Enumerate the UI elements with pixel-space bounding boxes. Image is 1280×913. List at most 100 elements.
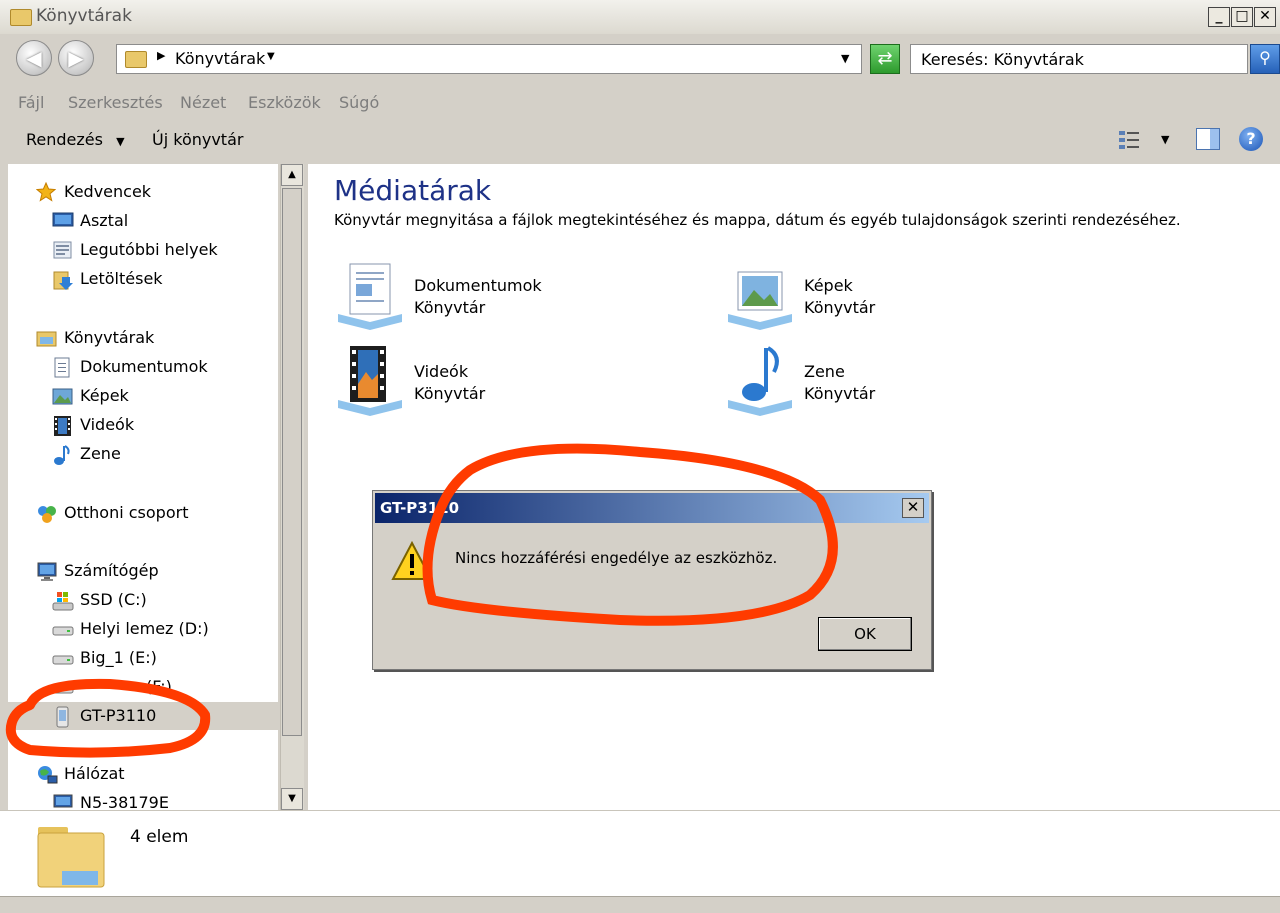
library-type: Könyvtár (414, 384, 486, 403)
music-library-icon (724, 344, 796, 416)
pictures-library-icon (724, 258, 796, 330)
close-button[interactable]: ✕ (1254, 7, 1276, 27)
window-title: Könyvtárak (36, 6, 132, 26)
nav-computer[interactable]: Számítógép (36, 559, 276, 585)
hard-drive-icon (52, 619, 74, 639)
nav-item-desktop[interactable]: Asztal (52, 209, 272, 235)
chevron-down-icon: ▼ (116, 135, 125, 148)
hard-drive-icon (52, 648, 74, 668)
view-options-icon[interactable] (1118, 129, 1142, 151)
nav-favorites[interactable]: Kedvencek (35, 180, 276, 206)
library-videos[interactable]: Videók Könyvtár (334, 344, 634, 418)
picture-icon (52, 386, 73, 406)
nav-item-gt-p3110[interactable]: GT-P3110 (52, 704, 272, 730)
library-name: Dokumentumok (414, 276, 542, 295)
computer-icon (52, 793, 73, 811)
network-icon (36, 764, 58, 784)
organize-button[interactable]: Rendezés ▼ (26, 130, 125, 149)
address-history-dropdown-icon[interactable]: ▼ (841, 52, 849, 65)
library-type: Könyvtár (804, 384, 876, 403)
nav-homegroup[interactable]: Otthoni csoport (36, 501, 276, 527)
videos-library-icon (334, 344, 406, 416)
view-dropdown-icon[interactable]: ▼ (1161, 133, 1169, 146)
dialog-title-bar: GT-P3110 ✕ (375, 493, 929, 523)
menu-file[interactable]: Fájl (18, 93, 44, 112)
breadcrumb-item[interactable]: Könyvtárak (175, 49, 265, 68)
folder-icon (36, 821, 108, 889)
scroll-down-icon[interactable]: ▼ (281, 788, 303, 810)
libraries-icon (36, 328, 57, 348)
breadcrumb-arrow-icon[interactable]: ▶ (157, 49, 165, 62)
breadcrumb-dropdown-icon[interactable]: ▼ (267, 51, 275, 62)
organize-label: Rendezés (26, 130, 103, 149)
minimize-button[interactable]: _ (1208, 7, 1230, 27)
page-description: Könyvtár megnyitása a fájlok megtekintés… (334, 211, 1181, 229)
mobile-device-icon (52, 706, 72, 728)
search-button[interactable]: ⚲ (1250, 44, 1280, 74)
computer-icon (36, 561, 57, 581)
navigation-scrollbar[interactable]: ▲ ▼ (280, 164, 304, 810)
menu-tools[interactable]: Eszközök (248, 93, 321, 112)
address-row: ◀ ▶ ▶ Könyvtárak ▼ ▼ ⇄ Keresés: Könyvtár… (0, 34, 1280, 86)
nav-item-documents[interactable]: Dokumentumok (52, 355, 272, 381)
bottom-edge (0, 896, 1280, 913)
navigation-pane: Kedvencek Asztal Legutóbbi helyek Letölt… (8, 164, 278, 811)
dialog-message: Nincs hozzáférési engedélye az eszközhöz… (455, 549, 778, 567)
dialog-close-button[interactable]: ✕ (902, 498, 924, 518)
desktop-icon (52, 211, 74, 231)
nav-libraries[interactable]: Könyvtárak (36, 326, 276, 352)
refresh-button[interactable]: ⇄ (870, 44, 900, 74)
scroll-up-icon[interactable]: ▲ (281, 164, 303, 186)
warning-icon (391, 540, 433, 581)
page-title: Médiatárak (334, 174, 492, 207)
film-icon (52, 415, 72, 436)
library-type: Könyvtár (804, 298, 876, 317)
library-type: Könyvtár (414, 298, 486, 317)
document-icon (52, 357, 72, 378)
nav-item-drive-c[interactable]: SSD (C:) (52, 588, 272, 614)
nav-item-music[interactable]: Zene (52, 442, 272, 468)
menu-edit[interactable]: Szerkesztés (68, 93, 163, 112)
downloads-icon (52, 269, 73, 290)
library-name: Videók (414, 362, 469, 381)
library-pictures[interactable]: Képek Könyvtár (724, 258, 1024, 332)
library-music[interactable]: Zene Könyvtár (724, 344, 1024, 418)
scroll-thumb[interactable] (282, 188, 302, 736)
back-button[interactable]: ◀ (16, 40, 52, 76)
nav-item-drive-f[interactable]: (F:) (52, 675, 272, 701)
menu-view[interactable]: Nézet (180, 93, 226, 112)
title-bar: Könyvtárak _ □ ✕ (0, 0, 1280, 35)
content-pane: Médiatárak Könyvtár megnyitása a fájlok … (308, 164, 1280, 810)
nav-item-pictures[interactable]: Képek (52, 384, 272, 410)
dialog-title: GT-P3110 (380, 499, 460, 517)
windows-drive-icon (52, 590, 74, 611)
nav-network[interactable]: Hálózat (36, 762, 276, 788)
star-icon (35, 181, 57, 202)
item-count: 4 elem (130, 827, 189, 847)
nav-item-downloads[interactable]: Letöltések (52, 267, 272, 293)
new-library-button[interactable]: Új könyvtár (152, 130, 243, 149)
music-note-icon (52, 444, 72, 465)
nav-item-network-computer[interactable]: N5-38179E (52, 791, 272, 811)
ok-button[interactable]: OK (818, 617, 912, 651)
nav-item-drive-e[interactable]: Big_1 (E:) (52, 646, 272, 672)
nav-item-drive-d[interactable]: Helyi lemez (D:) (52, 617, 272, 643)
library-documents[interactable]: Dokumentumok Könyvtár (334, 258, 634, 332)
nav-item-videos[interactable]: Videók (52, 413, 272, 439)
maximize-button[interactable]: □ (1231, 7, 1253, 27)
hard-drive-icon (52, 677, 74, 697)
help-icon[interactable]: ? (1239, 127, 1263, 151)
nav-item-recent-places[interactable]: Legutóbbi helyek (52, 238, 272, 264)
search-placeholder: Keresés: Könyvtárak (921, 50, 1084, 69)
libraries-icon (125, 51, 147, 68)
preview-pane-icon[interactable] (1196, 128, 1220, 150)
library-name: Zene (804, 362, 845, 381)
address-bar[interactable]: ▶ Könyvtárak ▼ ▼ (116, 44, 862, 74)
library-name: Képek (804, 276, 853, 295)
search-input[interactable]: Keresés: Könyvtárak (910, 44, 1248, 74)
folder-icon (10, 9, 32, 26)
menu-help[interactable]: Súgó (339, 93, 379, 112)
error-dialog: GT-P3110 ✕ Nincs hozzáférési engedélye a… (372, 490, 932, 670)
recent-places-icon (52, 240, 72, 260)
forward-button[interactable]: ▶ (58, 40, 94, 76)
